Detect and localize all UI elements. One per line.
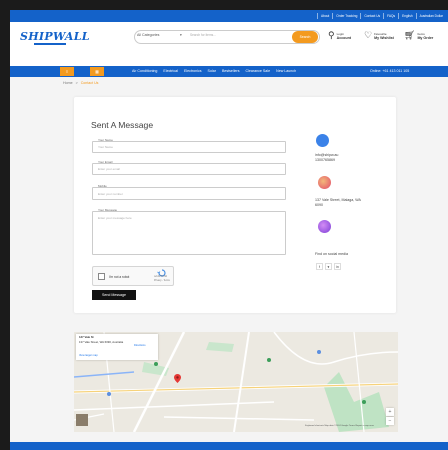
account-label: Account	[336, 35, 351, 40]
cart-label-top: Items	[417, 31, 425, 36]
share-icon	[318, 220, 331, 233]
topbar-link[interactable]: About	[316, 13, 332, 19]
map-directions-link[interactable]: Directions	[134, 344, 146, 347]
nav-item[interactable]: New Launch	[276, 69, 296, 73]
grid-icon: ▦	[95, 69, 99, 74]
nav-item[interactable]: Clearance Sale	[246, 69, 271, 73]
nav-item[interactable]: Solar	[208, 69, 216, 73]
form-title: Sent A Message	[91, 120, 154, 130]
menu-icon: ≡	[65, 69, 69, 74]
logo[interactable]: SHIPWALL	[20, 30, 90, 43]
topbar-link[interactable]: FAQs	[383, 13, 398, 19]
logo-underline	[34, 43, 66, 45]
linkedin-icon[interactable]: in	[334, 263, 341, 270]
email-field[interactable]	[92, 163, 286, 175]
online-phone: Online: +61 413 011 105	[370, 69, 410, 73]
zoom-in-button[interactable]: +	[386, 408, 394, 416]
site-header	[10, 22, 448, 66]
email-icon	[316, 134, 329, 147]
breadcrumb-home[interactable]: Home	[63, 81, 73, 85]
phone-placeholder: Enter your number	[98, 192, 123, 196]
nav-item[interactable]: Electronics	[184, 69, 202, 73]
captcha-checkbox[interactable]	[98, 273, 105, 280]
email-placeholder: Enter your email	[98, 167, 120, 171]
location-icon	[318, 176, 331, 189]
breadcrumb: Home > Contact Us	[63, 81, 98, 85]
language-select[interactable]: English	[398, 13, 415, 19]
nav-item[interactable]: Electrical	[163, 69, 178, 73]
user-icon: ⚲	[328, 30, 335, 40]
wishlist-link[interactable]: ♡ Favourite My Wishlist	[364, 31, 394, 40]
heart-icon[interactable]: ♥	[325, 263, 332, 270]
contact-phone[interactable]: 1300765869	[315, 158, 335, 163]
currency-select[interactable]: Australian Dollar	[415, 13, 446, 19]
map-larger-link[interactable]: View larger map	[79, 354, 98, 357]
site-footer	[10, 442, 448, 450]
map-marker-icon[interactable]	[174, 370, 181, 383]
name-placeholder: Your Name	[98, 145, 113, 149]
nav-item[interactable]: Air Conditioning	[132, 69, 157, 73]
topbar-link[interactable]: Order Tracking	[332, 13, 360, 19]
categories-button[interactable]: ▦	[90, 67, 104, 76]
map-place-address: 137 Vale Street, WA 6090, Australia	[79, 340, 124, 344]
social-links: f ♥ in	[316, 263, 341, 270]
captcha-label: I'm not a robot	[109, 275, 130, 279]
facebook-icon[interactable]: f	[316, 263, 323, 270]
menu-button[interactable]: ≡	[60, 67, 74, 76]
breadcrumb-separator: >	[75, 81, 78, 85]
search-button[interactable]: Search	[292, 31, 318, 43]
account-label-top: Login	[336, 31, 344, 36]
cart-label: My Order	[417, 35, 434, 40]
top-bar: About Order Tracking Contact Us FAQs Eng…	[10, 10, 448, 22]
topbar-link[interactable]: Contact Us	[360, 13, 383, 19]
wishlist-label: My Wishlist	[374, 35, 394, 40]
chevron-down-icon: ▾	[180, 33, 182, 37]
message-placeholder: Enter your message here	[98, 216, 132, 220]
search-input[interactable]: Search for items...	[190, 33, 216, 37]
map-attribution: Keyboard shortcuts Map data ©2024 Google…	[305, 425, 374, 427]
category-select[interactable]: All Categories	[137, 33, 159, 37]
nav-links: Air Conditioning Electrical Electronics …	[132, 69, 296, 73]
address-line-2: 6090	[315, 203, 323, 207]
send-message-button[interactable]: Send Message	[92, 290, 136, 300]
breadcrumb-current: Contact Us	[80, 81, 99, 85]
captcha-terms[interactable]: Privacy - Terms	[154, 280, 170, 282]
nav-item[interactable]: Bestsellers	[222, 69, 240, 73]
page: About Order Tracking Contact Us FAQs Eng…	[10, 10, 448, 450]
heart-icon: ♡	[364, 30, 373, 40]
wishlist-label-top: Favourite	[374, 31, 387, 36]
cart-icon: 🛒︎	[404, 30, 416, 40]
captcha-brand: reCAPTCHA	[154, 276, 168, 278]
zoom-out-button[interactable]: −	[386, 417, 394, 425]
social-title: Find on social media	[315, 252, 348, 256]
account-link[interactable]: ⚲ Login Account	[328, 31, 351, 40]
cart-link[interactable]: 🛒︎ Items My Order	[404, 31, 433, 40]
name-field[interactable]	[92, 141, 286, 153]
